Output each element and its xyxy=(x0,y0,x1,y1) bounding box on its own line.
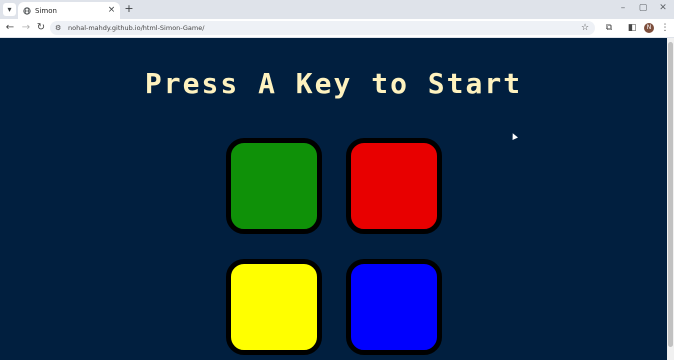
address-bar[interactable]: ⚙ nohal-mahdy.github.io/html-Simon-Game/… xyxy=(50,21,595,35)
window-close-icon[interactable]: ✕ xyxy=(657,3,669,14)
level-title: Press A Key to Start xyxy=(144,67,523,100)
page-viewport: Press A Key to Start xyxy=(0,38,667,360)
close-icon[interactable]: × xyxy=(107,6,116,15)
browser-toolbar: ← → ↻ ⚙ nohal-mahdy.github.io/html-Simon… xyxy=(0,19,674,37)
tab-simon[interactable]: Simon × xyxy=(18,2,120,19)
tab-search-button[interactable]: ▾ xyxy=(3,3,16,16)
back-icon[interactable]: ← xyxy=(4,22,16,34)
red-button[interactable] xyxy=(346,138,442,234)
extensions-icon[interactable]: ⧉ xyxy=(603,22,615,34)
minimize-icon[interactable]: – xyxy=(617,3,629,14)
globe-icon xyxy=(22,6,31,15)
reload-icon[interactable]: ↻ xyxy=(35,22,47,34)
green-button[interactable] xyxy=(226,138,322,234)
url-text[interactable]: nohal-mahdy.github.io/html-Simon-Game/ xyxy=(68,24,580,32)
chevron-down-icon: ▾ xyxy=(7,5,12,14)
scrollbar-thumb[interactable] xyxy=(668,42,673,347)
tab-strip: ▾ Simon × + – ▢ ✕ xyxy=(0,0,674,19)
blue-button[interactable] xyxy=(346,259,442,355)
mouse-cursor-icon xyxy=(510,132,518,140)
bookmark-star-icon[interactable]: ☆ xyxy=(580,23,590,33)
site-info-icon[interactable]: ⚙ xyxy=(55,24,65,32)
avatar[interactable]: N xyxy=(644,23,654,33)
tab-title: Simon xyxy=(35,6,57,15)
menu-icon[interactable]: ⋮ xyxy=(659,22,671,34)
forward-icon[interactable]: → xyxy=(20,22,32,34)
page-scrollbar[interactable] xyxy=(667,38,674,360)
yellow-button[interactable] xyxy=(226,259,322,355)
maximize-icon[interactable]: ▢ xyxy=(637,3,649,14)
new-tab-button[interactable]: + xyxy=(123,3,135,15)
side-panel-icon[interactable]: ◧ xyxy=(626,22,638,34)
